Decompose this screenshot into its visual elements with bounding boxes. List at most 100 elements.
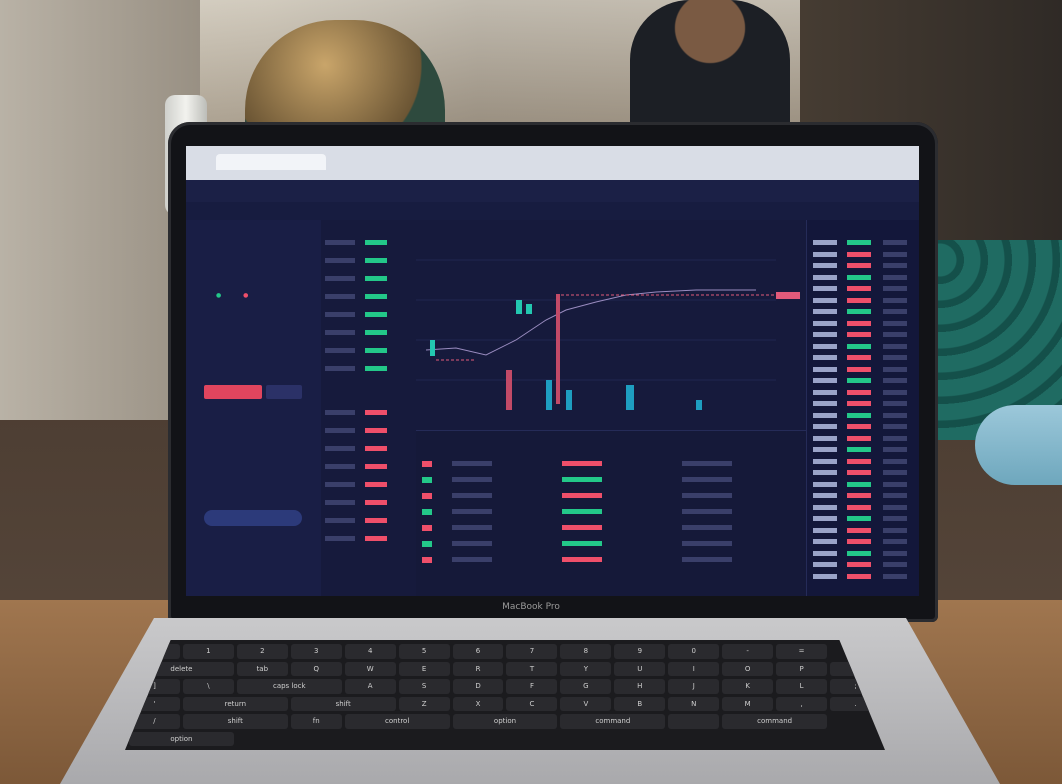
order-row[interactable]	[422, 541, 802, 552]
submit-order-button[interactable]	[204, 510, 302, 526]
keyboard-key[interactable]: \	[182, 679, 234, 694]
order-row[interactable]	[422, 477, 802, 488]
ask-row[interactable]	[325, 276, 413, 285]
ask-row[interactable]	[325, 348, 413, 357]
keyboard-key[interactable]: tab	[236, 661, 288, 676]
order-row[interactable]	[422, 461, 802, 472]
candle	[430, 340, 435, 356]
volume-bar	[566, 390, 572, 410]
keyboard-key[interactable]: option	[452, 714, 558, 729]
keyboard-key[interactable]: W	[344, 661, 396, 676]
order-row[interactable]	[422, 557, 802, 568]
keyboard-key[interactable]: E	[398, 661, 450, 676]
sell-tab[interactable]	[204, 385, 262, 399]
keyboard: esc1234567890-=deletetabQWERTYUIOP[]\cap…	[125, 640, 885, 750]
order-row[interactable]	[422, 509, 802, 520]
keyboard-key[interactable]: X	[452, 696, 504, 711]
keyboard-key[interactable]: caps lock	[236, 679, 342, 694]
keyboard-key[interactable]: 9	[614, 644, 666, 659]
history-row	[813, 389, 913, 396]
keyboard-key[interactable]: V	[560, 696, 612, 711]
keyboard-key[interactable]: U	[614, 661, 666, 676]
keyboard-key[interactable]: -	[722, 644, 774, 659]
keyboard-key[interactable]: S	[398, 679, 450, 694]
history-row	[813, 481, 913, 488]
header-nav	[336, 186, 396, 194]
keyboard-key[interactable]: 8	[560, 644, 612, 659]
keyboard-key[interactable]: C	[506, 696, 558, 711]
keyboard-key[interactable]: D	[452, 679, 504, 694]
keyboard-key[interactable]: 7	[506, 644, 558, 659]
keyboard-key[interactable]: Z	[398, 696, 450, 711]
keyboard-key[interactable]	[668, 714, 720, 729]
candlestick-chart	[416, 259, 800, 410]
ask-row[interactable]	[325, 312, 413, 321]
history-row	[813, 240, 913, 246]
keyboard-key[interactable]: I	[668, 661, 720, 676]
keyboard-key[interactable]: ,	[776, 696, 828, 711]
history-row	[813, 493, 913, 499]
history-row	[813, 355, 913, 361]
keyboard-key[interactable]: shift	[182, 714, 288, 729]
history-row	[813, 366, 913, 373]
keyboard-key[interactable]: B	[614, 696, 666, 711]
bid-row[interactable]	[325, 536, 413, 545]
keyboard-key[interactable]: 4	[344, 644, 396, 659]
keyboard-key[interactable]: control	[344, 714, 450, 729]
keyboard-key[interactable]: 2	[236, 644, 288, 659]
keyboard-key[interactable]: 6	[452, 644, 504, 659]
keyboard-key[interactable]: Y	[560, 661, 612, 676]
keyboard-key[interactable]: Q	[290, 661, 342, 676]
keyboard-key[interactable]: shift	[290, 696, 396, 711]
side-toggle[interactable]: ● ●	[216, 292, 248, 299]
bid-row[interactable]	[325, 464, 413, 473]
keyboard-key[interactable]: command	[722, 714, 828, 729]
app-header	[186, 180, 919, 203]
bid-row[interactable]	[325, 410, 413, 419]
address-bar[interactable]	[276, 166, 576, 176]
keyboard-key[interactable]: L	[776, 679, 828, 694]
order-row[interactable]	[422, 525, 802, 536]
keyboard-key[interactable]: N	[668, 696, 720, 711]
price-chart[interactable]	[416, 220, 806, 430]
bid-row[interactable]	[325, 482, 413, 491]
keyboard-key[interactable]: K	[722, 679, 774, 694]
keyboard-key[interactable]: O	[722, 661, 774, 676]
order-row[interactable]	[422, 493, 802, 504]
bid-row[interactable]	[325, 518, 413, 527]
keyboard-key[interactable]: J	[668, 679, 720, 694]
keyboard-key[interactable]: option	[129, 731, 234, 746]
keyboard-key[interactable]: H	[614, 679, 666, 694]
history-row	[813, 263, 913, 269]
keyboard-key[interactable]: F	[506, 679, 558, 694]
ask-row[interactable]	[325, 240, 413, 249]
ask-row[interactable]	[325, 366, 413, 375]
keyboard-key[interactable]: fn	[290, 714, 342, 729]
keyboard-key[interactable]: =	[776, 644, 828, 659]
keyboard-key[interactable]: 1	[182, 644, 234, 659]
keyboard-key[interactable]: P	[776, 661, 828, 676]
history-row	[813, 401, 913, 407]
history-row	[813, 458, 913, 465]
buy-tab[interactable]	[266, 385, 302, 399]
bid-row[interactable]	[325, 428, 413, 437]
keyboard-key[interactable]: G	[560, 679, 612, 694]
keyboard-key[interactable]: 5	[398, 644, 450, 659]
bid-row[interactable]	[325, 446, 413, 455]
keyboard-key[interactable]: T	[506, 661, 558, 676]
bid-row[interactable]	[325, 500, 413, 509]
keyboard-key[interactable]: 3	[290, 644, 342, 659]
keyboard-key[interactable]: 0	[668, 644, 720, 659]
trade-panel: ● ●	[186, 220, 322, 596]
keyboard-key[interactable]: R	[452, 661, 504, 676]
order-book	[321, 220, 417, 596]
keyboard-key[interactable]: command	[560, 714, 666, 729]
ask-row[interactable]	[325, 258, 413, 267]
keyboard-key[interactable]: A	[344, 679, 396, 694]
keyboard-key[interactable]: return	[182, 696, 288, 711]
ask-row[interactable]	[325, 294, 413, 303]
ask-row[interactable]	[325, 330, 413, 339]
buy-radio-icon: ●	[216, 292, 222, 299]
volume-bar	[696, 400, 702, 410]
keyboard-key[interactable]: M	[722, 696, 774, 711]
